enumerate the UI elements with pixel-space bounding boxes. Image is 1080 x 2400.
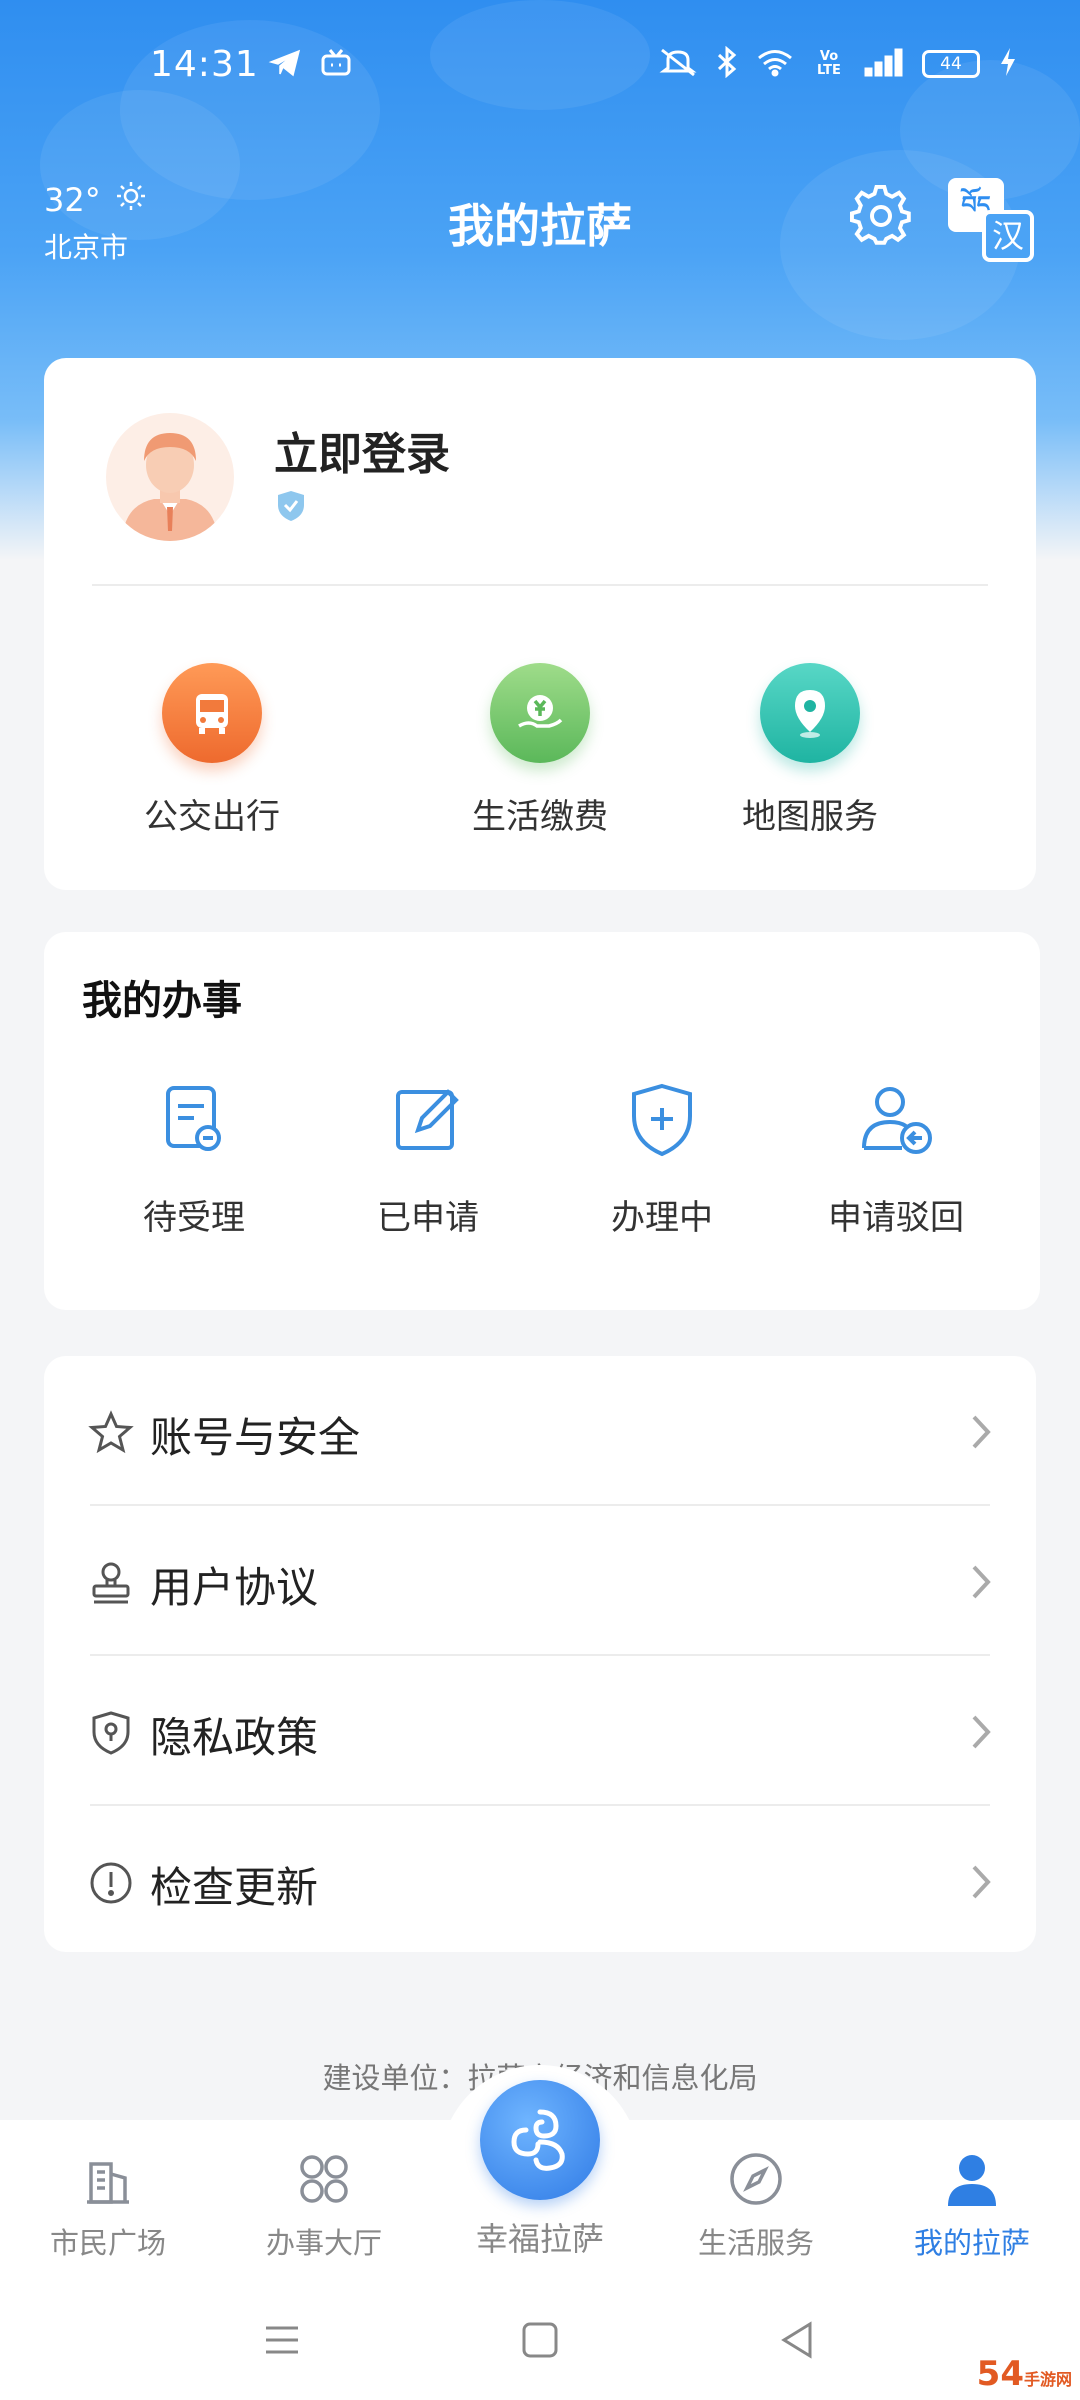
telegram-icon: [268, 48, 302, 82]
chevron-right-icon: [966, 1711, 996, 1753]
volte-label: Vo LTE: [817, 49, 841, 78]
auspicious-cloud-icon[interactable]: [480, 2080, 600, 2200]
settings-menu: 账号与安全 用户协议 隐私政策 检查更新: [44, 1356, 1036, 1952]
quick-label: 公交出行: [144, 797, 280, 837]
affair-label: 待受理: [143, 1198, 245, 1238]
tibetan-chinese-switch-icon[interactable]: བོད 汉: [948, 178, 1034, 262]
tab-life-services[interactable]: 生活服务: [656, 2150, 856, 2262]
tab-my-lhasa[interactable]: 我的拉萨: [872, 2150, 1072, 2262]
login-button[interactable]: 立即登录: [274, 418, 450, 482]
shield-lock-icon: [88, 1710, 134, 1756]
tab-happy-lhasa-label[interactable]: 幸福拉萨: [440, 2214, 640, 2260]
tab-label: 生活服务: [697, 2226, 814, 2260]
chevron-right-icon: [966, 1561, 996, 1603]
page-title: 我的拉萨: [448, 199, 632, 253]
chevron-right-icon: [966, 1861, 996, 1903]
battery-indicator: 44: [922, 50, 980, 78]
payment-icon: [490, 663, 590, 763]
status-bar: 14:31 Vo LTE 44: [0, 0, 1080, 135]
star-icon: [88, 1410, 134, 1456]
back-icon[interactable]: [776, 2318, 820, 2362]
avatar[interactable]: [106, 413, 234, 541]
affair-applied[interactable]: 已申请: [328, 1080, 528, 1239]
signal-icon: [864, 47, 904, 81]
affair-label: 已申请: [377, 1198, 479, 1238]
pending-doc-icon: [154, 1080, 234, 1160]
person-icon: [943, 2150, 1001, 2208]
menu-label: 检查更新: [150, 1863, 319, 1912]
affair-label: 办理中: [611, 1198, 713, 1238]
bluetooth-icon: [716, 45, 738, 82]
watermark-logo: 54手游网: [976, 2354, 1072, 2394]
section-title: 我的办事: [82, 978, 242, 1024]
tab-citizen-square[interactable]: 市民广场: [8, 2150, 208, 2262]
map-pin-icon: [760, 663, 860, 763]
compass-icon: [727, 2150, 785, 2208]
affair-label: 申请驳回: [828, 1198, 964, 1238]
affair-pending[interactable]: 待受理: [94, 1080, 294, 1239]
tab-service-hall[interactable]: 办事大厅: [224, 2150, 424, 2262]
chinese-char: 汉: [982, 210, 1034, 262]
verify-shield-icon: [276, 490, 306, 522]
home-icon[interactable]: [518, 2318, 562, 2362]
quick-label: 地图服务: [742, 797, 878, 837]
gear-icon[interactable]: [850, 184, 912, 247]
grid-icon: [295, 2150, 353, 2208]
quick-map[interactable]: 地图服务: [710, 663, 910, 838]
tab-label: 办事大厅: [265, 2226, 382, 2260]
menu-user-agreement[interactable]: 用户协议: [44, 1506, 1036, 1656]
menu-label: 隐私政策: [150, 1713, 319, 1762]
mute-icon: [658, 46, 698, 82]
menu-check-update[interactable]: 检查更新: [44, 1806, 1036, 1956]
menu-privacy-policy[interactable]: 隐私政策: [44, 1656, 1036, 1806]
affair-rejected[interactable]: 申请驳回: [796, 1080, 996, 1239]
quick-label: 生活缴费: [472, 797, 608, 837]
charging-icon: [998, 46, 1018, 82]
tab-label: 市民广场: [49, 2226, 166, 2260]
wifi-icon: [756, 47, 794, 81]
quick-payment[interactable]: 生活缴费: [440, 663, 640, 838]
menu-label: 用户协议: [150, 1563, 319, 1612]
building-icon: [79, 2150, 137, 2208]
edit-doc-icon: [388, 1080, 468, 1160]
quick-bus[interactable]: 公交出行: [112, 663, 312, 838]
profile-card: 立即登录 公交出行 生活缴费 地图服务: [44, 358, 1036, 890]
shield-plus-icon: [622, 1080, 702, 1160]
info-circle-icon: [88, 1860, 134, 1906]
user-return-icon: [856, 1080, 936, 1160]
status-time: 14:31: [150, 44, 259, 85]
stamp-icon: [88, 1560, 134, 1606]
menu-label: 账号与安全: [150, 1413, 361, 1462]
chevron-right-icon: [966, 1411, 996, 1453]
menu-account-security[interactable]: 账号与安全: [44, 1356, 1036, 1506]
tab-label: 我的拉萨: [913, 2226, 1030, 2260]
bus-icon: [162, 663, 262, 763]
my-affairs-card: 我的办事 待受理 已申请 办理中 申请驳回: [44, 932, 1040, 1310]
system-navigation-bar: [0, 2280, 1080, 2400]
tv-app-icon: [320, 48, 352, 82]
menu-icon[interactable]: [260, 2318, 304, 2362]
affair-processing[interactable]: 办理中: [562, 1080, 762, 1239]
